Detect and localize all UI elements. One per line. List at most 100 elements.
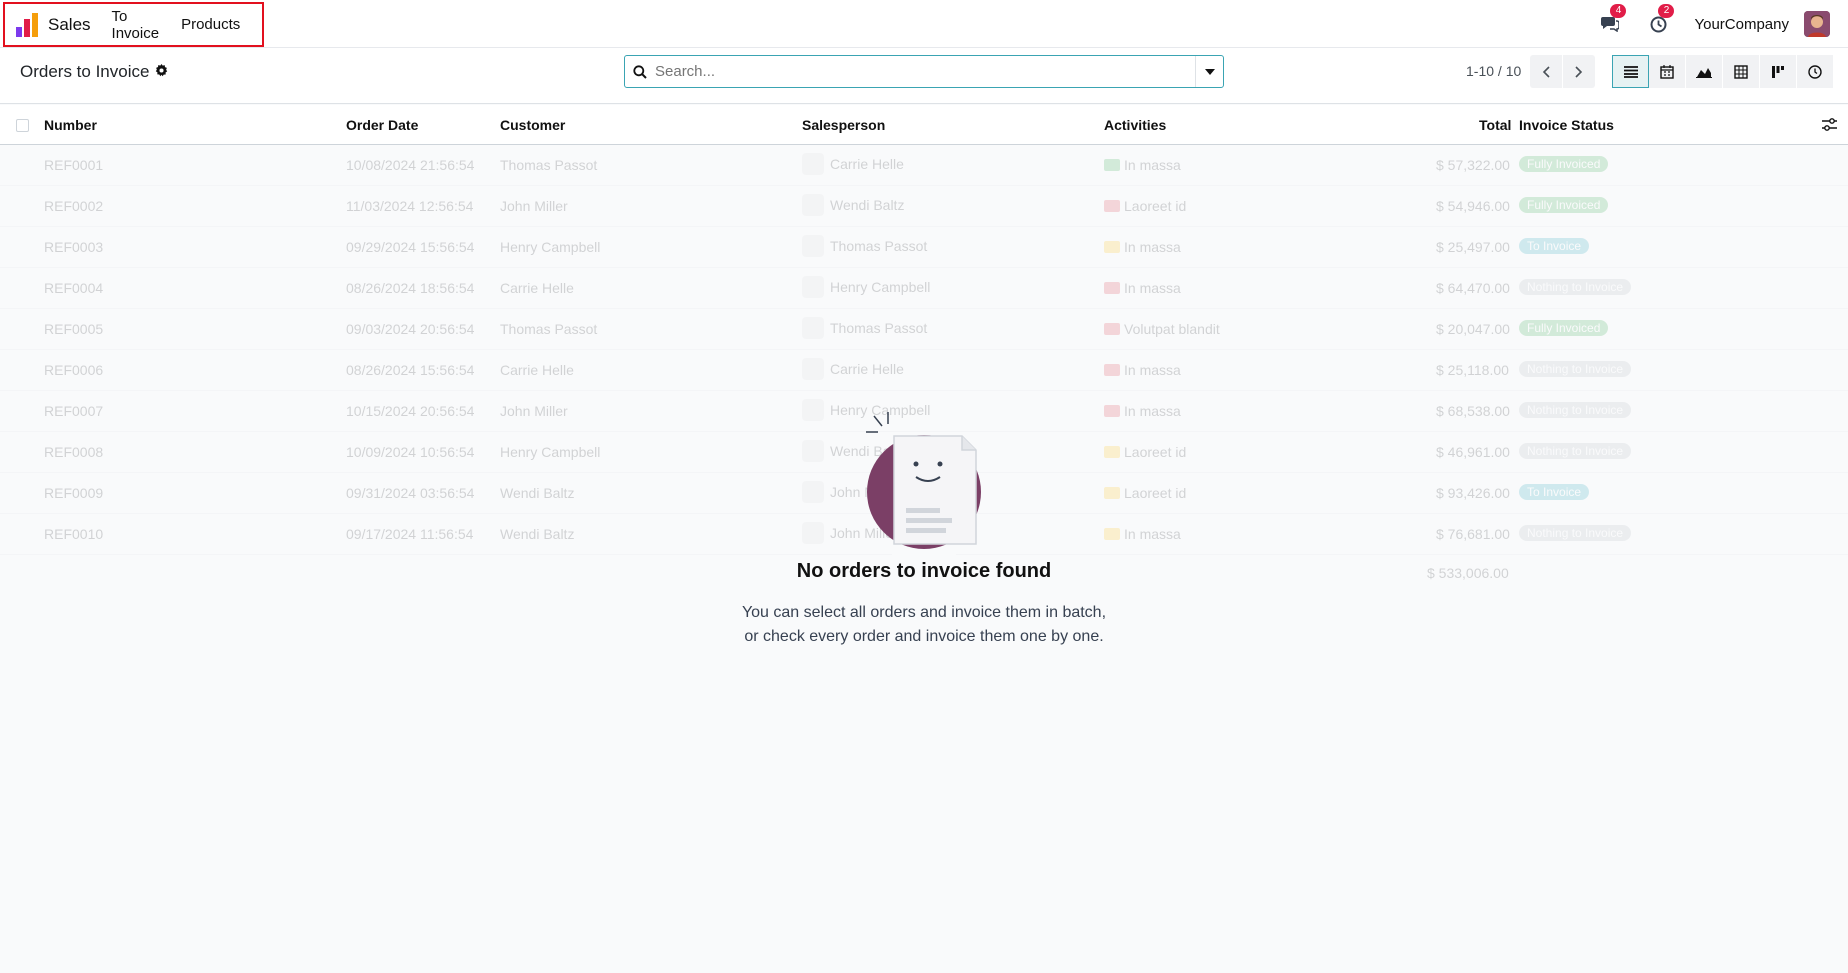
pivot-view-button[interactable] xyxy=(1723,55,1760,88)
activity-label: In massa xyxy=(1124,239,1181,255)
column-number[interactable]: Number xyxy=(44,117,97,133)
activity-label: In massa xyxy=(1124,362,1181,378)
sum-total: $ 533,006.00 xyxy=(1427,565,1509,581)
control-panel: Orders to Invoice 1-10 / 10 xyxy=(0,48,1848,104)
app-menu-group: Sales To Invoice Products xyxy=(3,2,264,47)
cell-customer: Henry Campbell xyxy=(500,239,601,255)
salesperson-name: Thomas Passot xyxy=(830,238,928,254)
table-row: REF0006 08/26/2024 15:56:54 Carrie Helle Ca… xyxy=(0,350,1848,391)
search-options-toggle[interactable] xyxy=(1195,56,1223,87)
cell-invoice-status: Fully Invoiced xyxy=(1519,155,1609,172)
gear-icon[interactable] xyxy=(155,62,168,82)
cell-total: $ 68,538.00 xyxy=(1436,403,1510,419)
cell-activity: In massa xyxy=(1104,239,1181,255)
salesperson-name: Wendi Baltz xyxy=(830,197,905,213)
cell-order-date: 09/31/2024 03:56:54 xyxy=(346,485,475,501)
cell-total: $ 64,470.00 xyxy=(1436,280,1510,296)
cell-activity: In massa xyxy=(1104,403,1181,419)
cell-total: $ 57,322.00 xyxy=(1436,157,1510,173)
salesperson-avatar xyxy=(802,399,824,421)
cell-number: REF0001 xyxy=(44,157,104,173)
column-customer[interactable]: Customer xyxy=(500,117,565,133)
empty-message-line-1: You can select all orders and invoice th… xyxy=(741,604,1107,621)
cell-order-date: 10/15/2024 20:56:54 xyxy=(346,403,475,419)
cell-salesperson: Henry Campbell xyxy=(802,276,930,298)
cell-invoice-status: Nothing to Invoice xyxy=(1519,401,1632,418)
column-order-date[interactable]: Order Date xyxy=(346,117,418,133)
cell-invoice-status: Fully Invoiced xyxy=(1519,196,1609,213)
cell-salesperson: Carrie Helle xyxy=(802,153,904,175)
salesperson-name: Thomas Passot xyxy=(830,320,928,336)
salesperson-avatar xyxy=(802,358,824,380)
search-icon xyxy=(625,64,655,79)
cell-total: $ 25,497.00 xyxy=(1436,239,1510,255)
cell-customer: Carrie Helle xyxy=(500,362,574,378)
activities-clock-icon[interactable]: 2 xyxy=(1646,4,1675,36)
activity-label: Laoreet id xyxy=(1124,485,1187,501)
optional-columns-icon[interactable] xyxy=(1822,118,1837,134)
calendar-view-button[interactable] xyxy=(1649,55,1686,88)
activity-view-button[interactable] xyxy=(1797,55,1834,88)
table-row: REF0002 11/03/2024 12:56:54 John Miller Wen… xyxy=(0,186,1848,227)
messages-icon[interactable]: 4 xyxy=(1598,4,1627,36)
cell-order-date: 08/26/2024 15:56:54 xyxy=(346,362,475,378)
status-badge: Nothing to Invoice xyxy=(1519,443,1632,459)
cell-order-date: 09/29/2024 15:56:54 xyxy=(346,239,475,255)
company-switcher[interactable]: YourCompany xyxy=(1694,16,1789,33)
cell-activity: In massa xyxy=(1104,362,1181,378)
search-input[interactable] xyxy=(655,56,1195,87)
cell-customer: Wendi Baltz xyxy=(500,526,575,542)
cell-invoice-status: Fully Invoiced xyxy=(1519,319,1609,336)
cell-salesperson: Thomas Passot xyxy=(802,317,927,339)
status-badge: Nothing to Invoice xyxy=(1519,279,1632,295)
cell-total: $ 54,946.00 xyxy=(1436,198,1510,214)
pager-previous-button[interactable] xyxy=(1530,55,1562,88)
cell-customer: Thomas Passot xyxy=(500,157,598,173)
activity-icon xyxy=(1104,446,1120,458)
cell-activity: Laoreet id xyxy=(1104,444,1186,460)
user-avatar[interactable] xyxy=(1804,11,1830,37)
status-badge: To Invoice xyxy=(1519,484,1590,500)
sales-app-icon[interactable] xyxy=(16,12,38,37)
cell-number: REF0003 xyxy=(44,239,104,255)
cell-customer: Wendi Baltz xyxy=(500,485,575,501)
cell-salesperson: Thomas Passot xyxy=(802,235,927,257)
list-view-button[interactable] xyxy=(1612,55,1649,88)
cell-total: $ 20,047.00 xyxy=(1436,321,1510,337)
salesperson-avatar xyxy=(802,317,824,339)
cell-number: REF0002 xyxy=(44,198,104,214)
menu-to-invoice[interactable]: To Invoice xyxy=(112,8,160,42)
activities-badge: 2 xyxy=(1658,4,1675,18)
table-row: REF0004 08/26/2024 18:56:54 Carrie Helle He… xyxy=(0,268,1848,309)
page-title: Orders to Invoice xyxy=(20,62,150,81)
systray: 4 2 YourCompany xyxy=(1598,0,1848,48)
status-badge: To Invoice xyxy=(1519,238,1590,254)
app-name[interactable]: Sales xyxy=(48,15,91,35)
table-row: REF0005 09/03/2024 20:56:54 Thomas Passot T… xyxy=(0,309,1848,350)
graph-view-button[interactable] xyxy=(1686,55,1723,88)
cell-invoice-status: Nothing to Invoice xyxy=(1519,278,1632,295)
salesperson-avatar xyxy=(802,440,824,462)
cell-order-date: 10/08/2024 21:56:54 xyxy=(346,157,475,173)
empty-title: No orders to invoice found xyxy=(796,560,1052,582)
empty-message-line-2: or check every order and invoice them on… xyxy=(744,628,1104,645)
cell-customer: John Miller xyxy=(500,198,568,214)
salesperson-avatar xyxy=(802,194,824,216)
column-salesperson[interactable]: Salesperson xyxy=(802,117,885,133)
select-all-checkbox[interactable] xyxy=(16,119,29,132)
kanban-view-button[interactable] xyxy=(1760,55,1797,88)
cell-order-date: 09/17/2024 11:56:54 xyxy=(346,526,474,542)
column-activities[interactable]: Activities xyxy=(1104,117,1166,133)
salesperson-name: Carrie Helle xyxy=(830,361,904,377)
column-invoice-status[interactable]: Invoice Status xyxy=(1519,117,1614,133)
status-badge: Fully Invoiced xyxy=(1519,320,1609,336)
breadcrumb: Orders to Invoice xyxy=(20,62,168,82)
pager-next-button[interactable] xyxy=(1563,55,1595,88)
menu-products[interactable]: Products xyxy=(181,16,240,33)
column-total[interactable]: Total xyxy=(1479,117,1511,133)
cell-invoice-status: Nothing to Invoice xyxy=(1519,360,1632,377)
status-badge: Nothing to Invoice xyxy=(1519,361,1632,377)
cell-number: REF0006 xyxy=(44,362,104,378)
activity-label: Laoreet id xyxy=(1124,198,1187,214)
pager-value[interactable]: 1-10 / 10 xyxy=(1466,63,1521,79)
